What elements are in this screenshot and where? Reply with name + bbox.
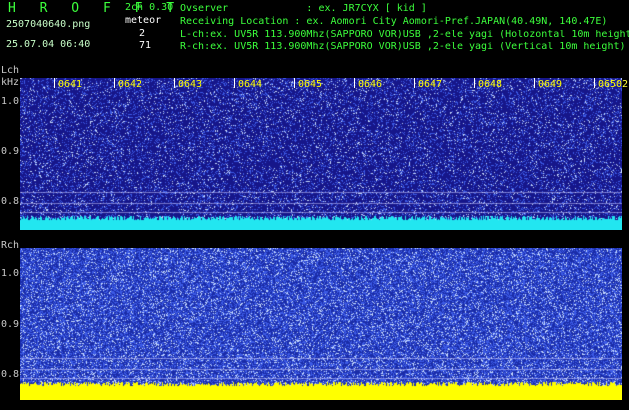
time-tick-0649: 0649 [538,79,563,90]
minute-marker-line [474,78,475,88]
minute-marker-line [114,78,115,88]
time-tick-0647: 0647 [418,79,443,90]
lch-y-tick-0.9: 0.9 [1,146,20,157]
lch-unit-label: kHz [1,77,20,88]
minute-marker-line [534,78,535,88]
observer-line: Ovserver : ex. JR7CYX [ kid ] [180,3,427,14]
meteor-count-rch: 71 [139,40,152,51]
lch-info-line: L-ch:ex. UV5R 113.900Mhz(SAPPORO VOR)USB… [180,30,629,40]
time-tick-0642: 0642 [118,79,143,90]
time-tick-0641: 0641 [58,79,83,90]
time-tick-0646: 0646 [358,79,383,90]
datetime-label: 25.07.04 06:40 [6,39,91,50]
time-tick-0650: 0650 [598,79,623,90]
minute-marker-line [414,78,415,88]
time-tick-0644: 0644 [238,79,263,90]
minute-marker-line [174,78,175,88]
minute-marker-line [594,78,595,88]
rch-spectrogram [20,248,622,400]
rch-y-tick-0.9: 0.9 [1,319,20,330]
minute-marker-line [54,78,55,88]
time-tick-0648: 0648 [478,79,503,90]
minute-marker-line [234,78,235,88]
rch-label: Rch [1,240,20,251]
location-line: Receiving Location : ex. Aomori City Aom… [180,16,608,27]
lch-label: Lch [1,65,20,76]
time-tick-0643: 0643 [178,79,203,90]
lch-y-tick-1.0: 1.0 [1,96,20,107]
filename-label: 2507040640.png [6,19,91,30]
lch-y-tick-0.8: 0.8 [1,196,20,207]
mode-label: 2ch 0.30 [125,2,174,13]
meteor-label: meteor [125,15,162,26]
lch-spectrogram [20,78,622,230]
minute-marker-line [354,78,355,88]
rch-info-line: R-ch:ex. UV5R 113.900Mhz(SAPPORO VOR)USB… [180,42,626,52]
minute-marker-line [294,78,295,88]
rch-y-tick-0.8: 0.8 [1,369,20,380]
time-tick-0645: 0645 [298,79,323,90]
meteor-count-lch: 2 [139,28,146,39]
lch-right-marker: 2 [622,79,629,90]
rch-y-tick-1.0: 1.0 [1,268,20,279]
